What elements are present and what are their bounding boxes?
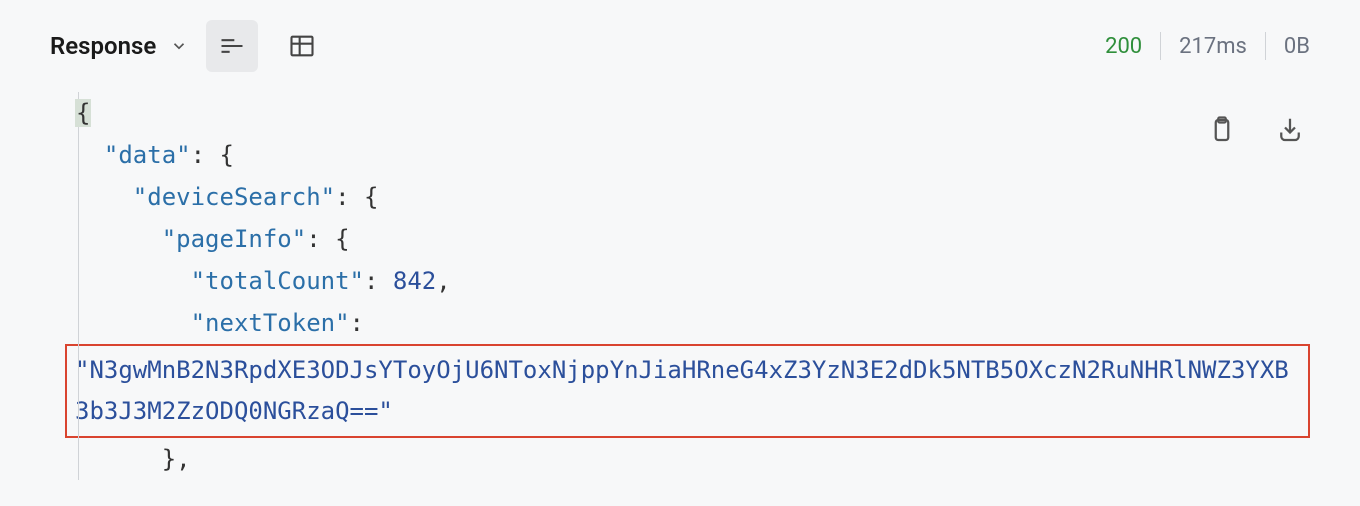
- next-token-highlight: "N3gwMnB2N3RpdXE3ODJsYToyOjU6NToxNjppYnJ…: [65, 344, 1310, 438]
- json-code-tail[interactable]: },: [75, 438, 1310, 480]
- format-icon: [218, 32, 246, 60]
- key-nextToken: nextToken: [205, 309, 335, 337]
- response-dropdown[interactable]: Response: [50, 32, 188, 60]
- response-header: Response 200 217ms 0B: [0, 0, 1360, 92]
- value-nextToken: "N3gwMnB2N3RpdXE3ODJsYToyOjU6NToxNjppYnJ…: [75, 356, 1289, 425]
- chevron-down-icon: [170, 37, 188, 55]
- open-brace: {: [75, 99, 91, 127]
- status-code: 200: [1087, 34, 1160, 59]
- table-view-button[interactable]: [276, 20, 328, 72]
- json-code[interactable]: { "data": { "deviceSearch": { "pageInfo"…: [75, 92, 1310, 344]
- response-size: 0B: [1266, 34, 1310, 59]
- format-view-button[interactable]: [206, 20, 258, 72]
- table-icon: [288, 32, 316, 60]
- header-left: Response: [50, 20, 328, 72]
- key-data: data: [118, 141, 176, 169]
- key-totalCount: totalCount: [205, 267, 350, 295]
- header-right: 200 217ms 0B: [1087, 32, 1310, 60]
- response-time: 217ms: [1161, 34, 1265, 59]
- response-title: Response: [50, 32, 156, 60]
- value-totalCount: 842: [393, 267, 436, 295]
- response-body: { "data": { "deviceSearch": { "pageInfo"…: [0, 92, 1360, 480]
- key-deviceSearch: deviceSearch: [147, 183, 320, 211]
- key-pageInfo: pageInfo: [176, 225, 292, 253]
